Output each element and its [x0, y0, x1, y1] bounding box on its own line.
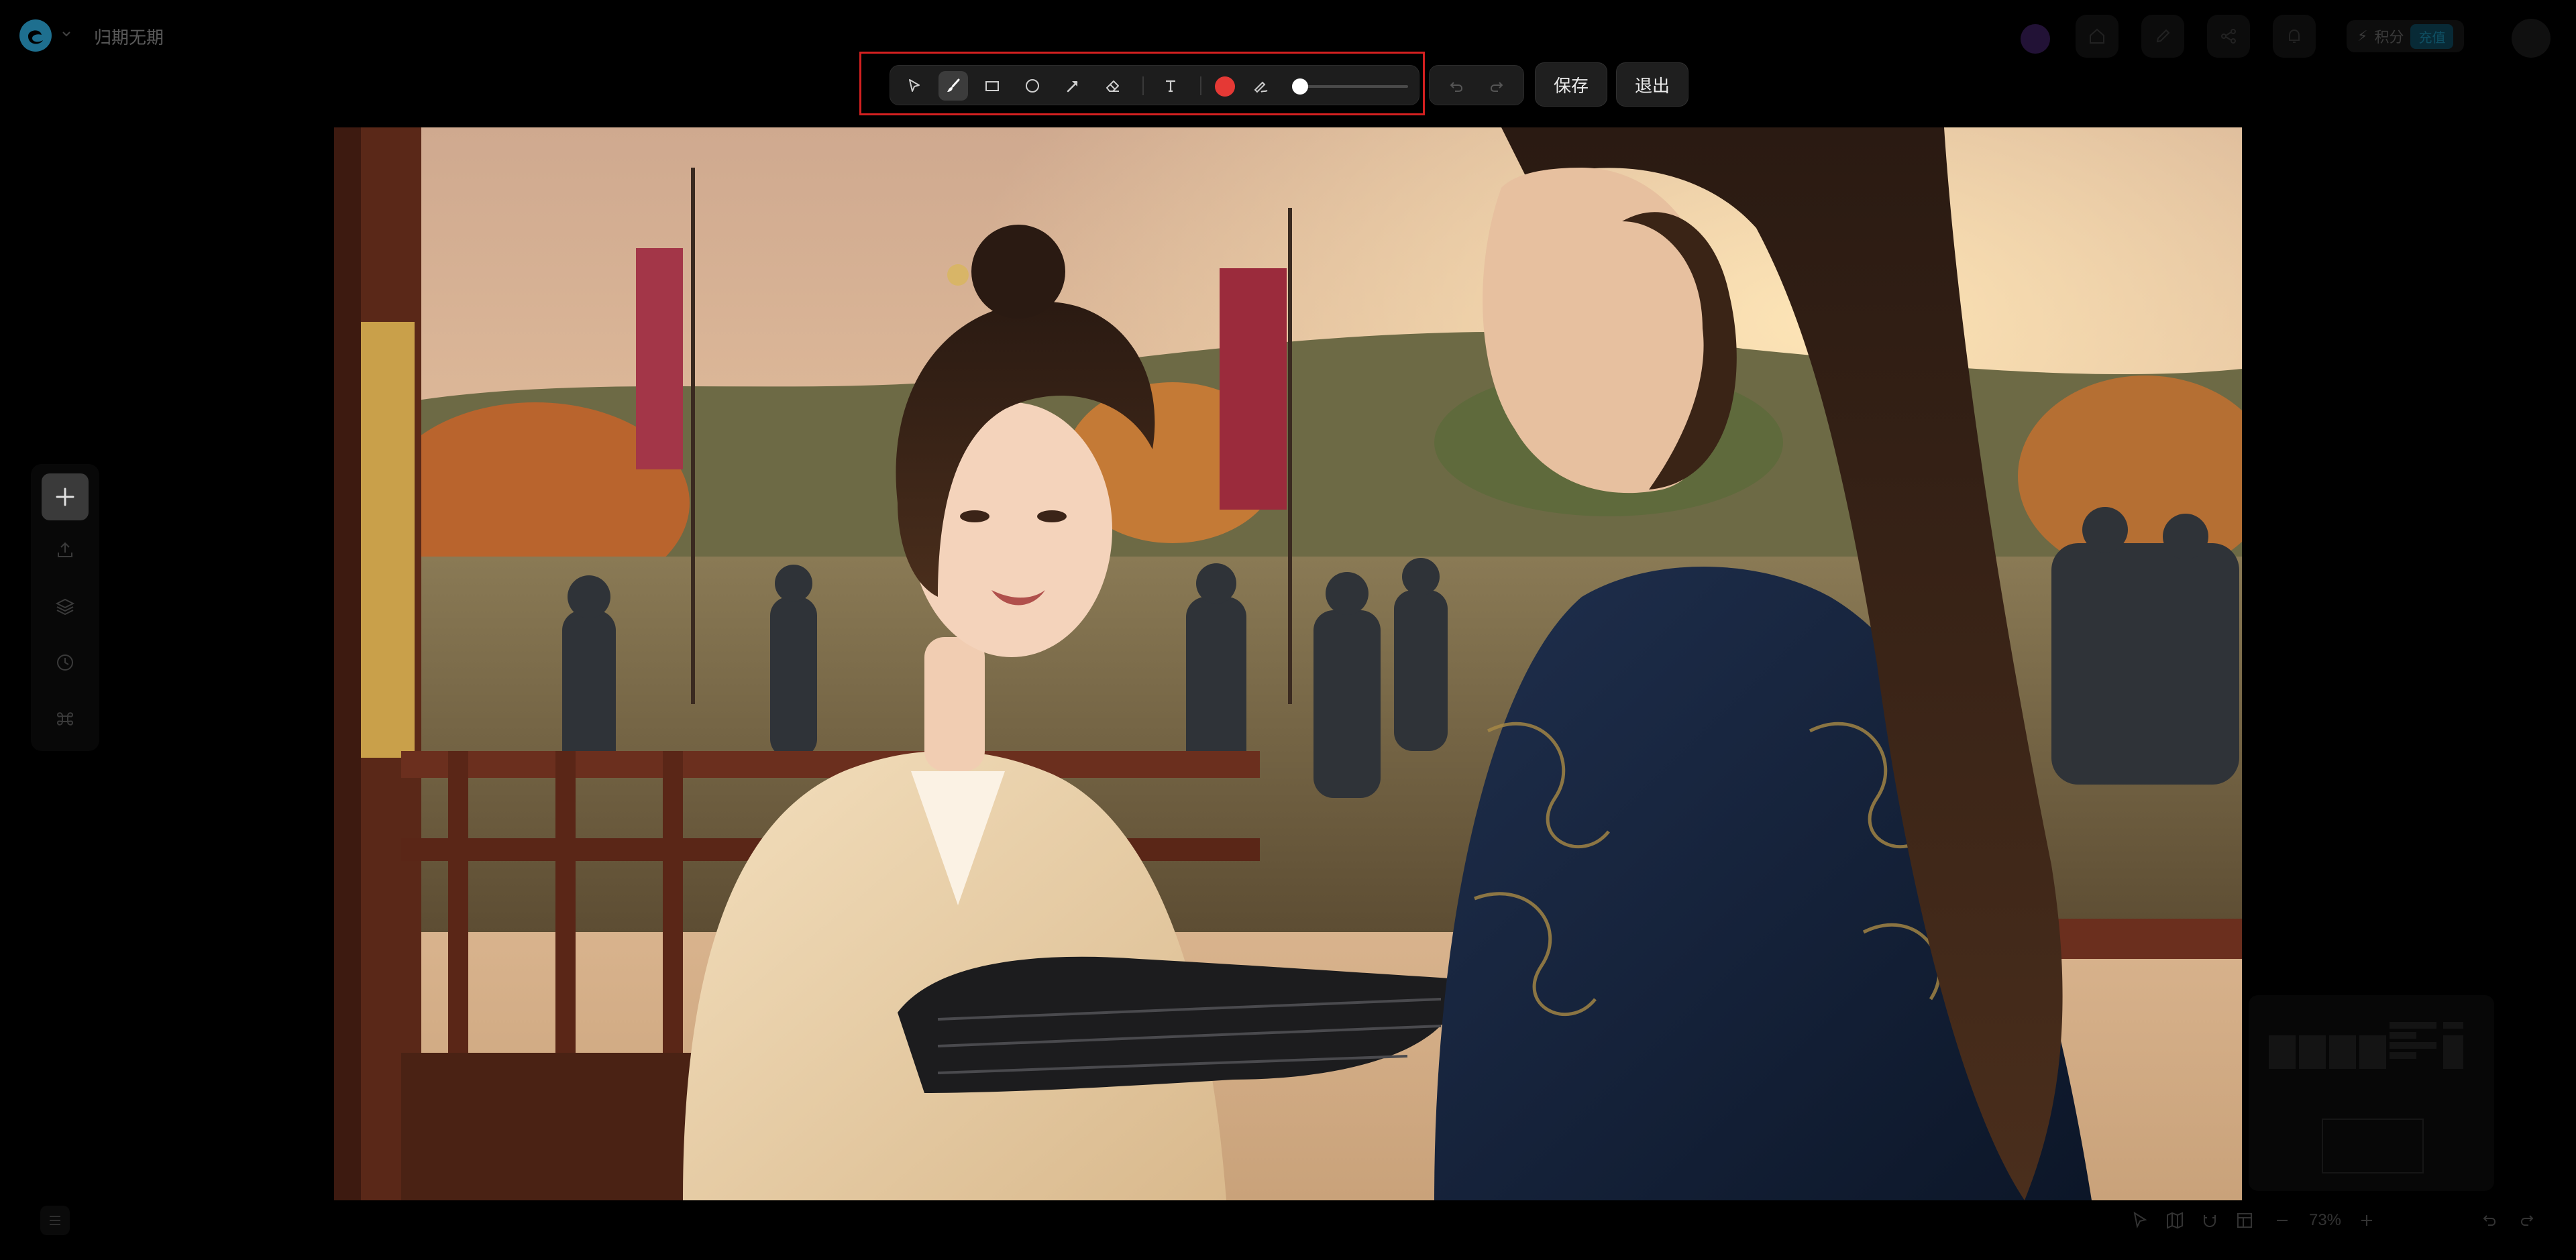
ellipse-tool-button[interactable]: [1018, 71, 1047, 101]
circle-icon: [1026, 79, 1039, 93]
text-icon: [1166, 80, 1175, 93]
redo-icon: [1490, 82, 1503, 92]
project-title[interactable]: 归期无期: [94, 24, 164, 49]
bolt-icon: ⚡: [2357, 27, 2368, 44]
select-tool-button[interactable]: [900, 71, 929, 101]
user-avatar[interactable]: [2512, 19, 2551, 58]
stroke-size-handle[interactable]: [1291, 78, 1308, 95]
home-icon[interactable]: [2076, 15, 2118, 58]
recharge-badge[interactable]: 充值: [2410, 23, 2454, 49]
undo-icon[interactable]: [2479, 1210, 2501, 1231]
layout-icon[interactable]: [2234, 1210, 2255, 1231]
color-picker[interactable]: [1215, 76, 1235, 97]
brush-tool-button[interactable]: [938, 71, 968, 101]
add-button[interactable]: [42, 473, 89, 520]
drawing-toolbar: [890, 65, 1419, 105]
redo-button[interactable]: [1482, 71, 1511, 101]
zoom-out-icon[interactable]: [2271, 1210, 2293, 1231]
undo-icon: [1450, 82, 1463, 92]
list-icon: [50, 1216, 60, 1225]
pointer-icon[interactable]: [2129, 1210, 2151, 1231]
rectangle-icon: [985, 81, 999, 91]
magnet-icon[interactable]: [2199, 1210, 2220, 1231]
layers-icon[interactable]: [54, 595, 76, 617]
app-logo-icon[interactable]: [17, 17, 54, 54]
text-tool-button[interactable]: [1156, 71, 1185, 101]
canvas-image[interactable]: [334, 127, 2242, 1200]
eraser-icon: [1106, 80, 1119, 92]
zoom-in-icon[interactable]: [2356, 1210, 2377, 1231]
eraser-tool-button[interactable]: [1098, 71, 1128, 101]
arrow-tool-button[interactable]: [1058, 71, 1087, 101]
toolbar-divider: [1200, 76, 1201, 95]
minimap[interactable]: [2249, 995, 2494, 1191]
history-controls: [1429, 65, 1524, 105]
stroke-size-slider[interactable]: [1294, 85, 1408, 88]
credits-label: 积分: [2374, 29, 2404, 46]
stroke-style-button[interactable]: [1246, 71, 1275, 101]
team-avatar[interactable]: [2021, 24, 2050, 54]
cursor-icon: [909, 79, 920, 92]
canvas-status-bar: 73%: [2120, 1202, 2567, 1239]
redo-icon[interactable]: [2516, 1210, 2537, 1231]
map-icon[interactable]: [2164, 1210, 2186, 1231]
minimap-preview: [2269, 1022, 2463, 1173]
credits-chip[interactable]: ⚡ 积分 充值: [2347, 20, 2465, 52]
share-icon[interactable]: [2207, 15, 2250, 58]
scene-illustration: [334, 127, 2242, 1200]
zoom-level[interactable]: 73%: [2301, 1211, 2349, 1230]
pen-line-icon: [1254, 81, 1268, 93]
bell-icon[interactable]: [2273, 15, 2316, 58]
upload-icon[interactable]: [54, 539, 76, 561]
exit-button[interactable]: 退出: [1616, 62, 1688, 107]
toolbar-divider: [1142, 76, 1144, 95]
left-sidebar: [31, 464, 99, 751]
brush-icon: [947, 78, 960, 92]
edit-icon[interactable]: [2141, 15, 2184, 58]
save-button[interactable]: 保存: [1535, 62, 1607, 107]
history-icon[interactable]: [54, 652, 76, 673]
rectangle-tool-button[interactable]: [977, 71, 1007, 101]
arrow-icon: [1067, 81, 1078, 93]
chevron-down-icon[interactable]: [62, 31, 71, 38]
outline-button[interactable]: [40, 1206, 70, 1235]
undo-button[interactable]: [1442, 71, 1471, 101]
plus-icon: [56, 488, 74, 506]
command-icon[interactable]: [54, 708, 76, 730]
